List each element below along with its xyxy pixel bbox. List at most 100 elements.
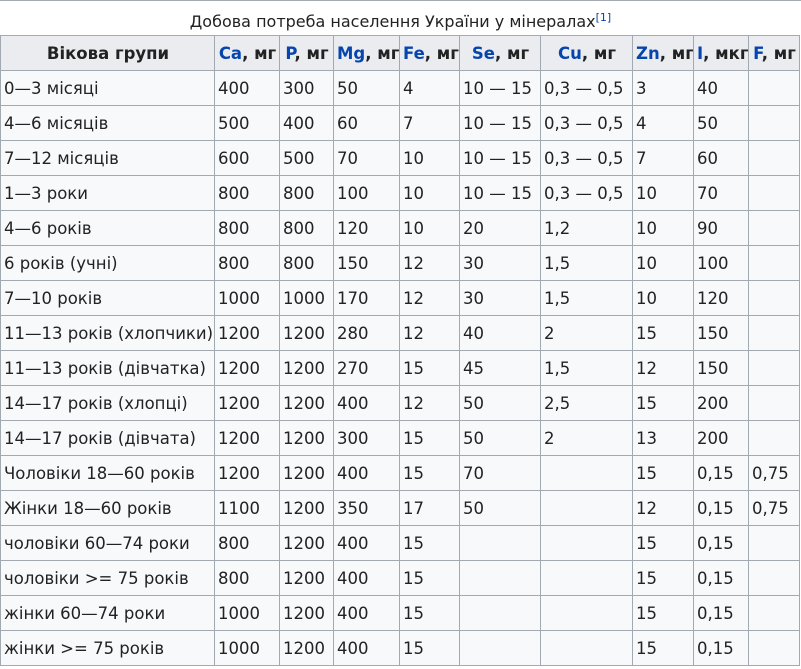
element-link[interactable]: F (753, 44, 762, 63)
element-link[interactable]: Mg (337, 44, 365, 63)
table-row: 4—6 років 800 800 120 10 20 1,2 10 90 (0, 210, 800, 246)
value-cell (748, 630, 800, 666)
value-cell (748, 595, 800, 631)
header-unit: , мг (581, 43, 616, 63)
value-cell: 20 (459, 210, 541, 246)
value-cell: 1200 (279, 315, 334, 351)
value-cell: 1200 (214, 455, 280, 491)
header-unit: , мг (365, 43, 400, 63)
value-cell: 15 (632, 385, 694, 421)
value-cell: 90 (693, 210, 749, 246)
value-cell: 2 (540, 420, 633, 456)
value-cell: 15 (399, 350, 460, 386)
value-cell: 70 (693, 175, 749, 211)
value-cell: 0,3 — 0,5 (540, 105, 633, 141)
value-cell: 0,3 — 0,5 (540, 70, 633, 106)
value-cell: 0,3 — 0,5 (540, 140, 633, 176)
value-cell: 0,15 (693, 595, 749, 631)
value-cell: 0,15 (693, 630, 749, 666)
column-header-age-group: Вікова групи (0, 35, 215, 71)
element-link[interactable]: Zn (636, 44, 660, 63)
value-cell: 800 (214, 525, 280, 561)
value-cell: 1200 (279, 455, 334, 491)
value-cell: 4 (632, 105, 694, 141)
value-cell (540, 595, 633, 631)
value-cell: 15 (632, 525, 694, 561)
value-cell: 0,15 (693, 490, 749, 526)
table-row: жінки 60—74 роки 1000 1200 400 15 15 0,15 (0, 595, 800, 631)
age-group-cell: чоловіки >= 75 років (0, 560, 215, 596)
value-cell: 1200 (279, 595, 334, 631)
table-row: 7—12 місяців 600 500 70 10 10 — 15 0,3 — 0,5 7 6… (0, 140, 800, 176)
value-cell (540, 630, 633, 666)
value-cell (748, 105, 800, 141)
value-cell: 1000 (214, 280, 280, 316)
element-link[interactable]: Fe (403, 44, 425, 63)
header-unit: , мг (494, 43, 530, 63)
value-cell: 15 (632, 315, 694, 351)
value-cell: 1000 (279, 280, 334, 316)
element-link[interactable]: Cu (558, 44, 582, 63)
column-header-ca: Ca, мг (214, 35, 280, 71)
value-cell: 12 (632, 350, 694, 386)
column-header-se: Se, мг (459, 35, 541, 71)
value-cell: 15 (632, 630, 694, 666)
element-link[interactable]: Se (472, 44, 495, 63)
value-cell: 10 (632, 175, 694, 211)
value-cell: 100 (333, 175, 400, 211)
age-group-cell: 11—13 років (дівчатка) (0, 350, 215, 386)
value-cell: 800 (214, 210, 280, 246)
value-cell: 70 (333, 140, 400, 176)
value-cell: 15 (632, 455, 694, 491)
value-cell: 150 (693, 350, 749, 386)
value-cell (748, 175, 800, 211)
age-group-cell: 7—10 років (0, 280, 215, 316)
value-cell: 100 (693, 245, 749, 281)
value-cell: 400 (333, 525, 400, 561)
age-group-cell: 14—17 років (дівчата) (0, 420, 215, 456)
value-cell: 350 (333, 490, 400, 526)
value-cell: 300 (279, 70, 334, 106)
value-cell (748, 280, 800, 316)
reference-link[interactable]: [1] (596, 11, 612, 24)
column-header-mg: Mg, мг (333, 35, 400, 71)
table-row: 4—6 місяців 500 400 60 7 10 — 15 0,3 — 0,5 4 50 (0, 105, 800, 141)
age-group-cell: 11—13 років (хлопчики) (0, 315, 215, 351)
age-group-cell: 4—6 років (0, 210, 215, 246)
value-cell (540, 490, 633, 526)
value-cell (748, 350, 800, 386)
value-cell: 1200 (279, 560, 334, 596)
value-cell: 1200 (214, 350, 280, 386)
value-cell: 40 (693, 70, 749, 106)
value-cell: 400 (333, 630, 400, 666)
value-cell: 600 (214, 140, 280, 176)
value-cell: 0,75 (748, 490, 800, 526)
value-cell: 1200 (279, 385, 334, 421)
value-cell (748, 210, 800, 246)
column-header-fe: Fe, мг (399, 35, 460, 71)
value-cell: 15 (399, 595, 460, 631)
value-cell: 1,5 (540, 245, 633, 281)
age-group-cell: 7—12 місяців (0, 140, 215, 176)
value-cell: 0,15 (693, 560, 749, 596)
age-group-cell: Чоловіки 18—60 років (0, 455, 215, 491)
value-cell: 800 (279, 175, 334, 211)
value-cell: 1200 (279, 350, 334, 386)
value-cell: 17 (399, 490, 460, 526)
value-cell (748, 420, 800, 456)
value-cell (540, 525, 633, 561)
age-group-cell: жінки >= 75 років (0, 630, 215, 666)
value-cell: 800 (214, 175, 280, 211)
value-cell: 1200 (214, 385, 280, 421)
value-cell: 2,5 (540, 385, 633, 421)
value-cell (748, 315, 800, 351)
value-cell: 12 (399, 280, 460, 316)
element-link[interactable]: Ca (219, 44, 242, 63)
value-cell: 1,5 (540, 280, 633, 316)
value-cell: 120 (693, 280, 749, 316)
value-cell: 150 (333, 245, 400, 281)
value-cell: 120 (333, 210, 400, 246)
header-unit: , мг (761, 43, 796, 63)
value-cell: 10 — 15 (459, 140, 541, 176)
value-cell (540, 560, 633, 596)
